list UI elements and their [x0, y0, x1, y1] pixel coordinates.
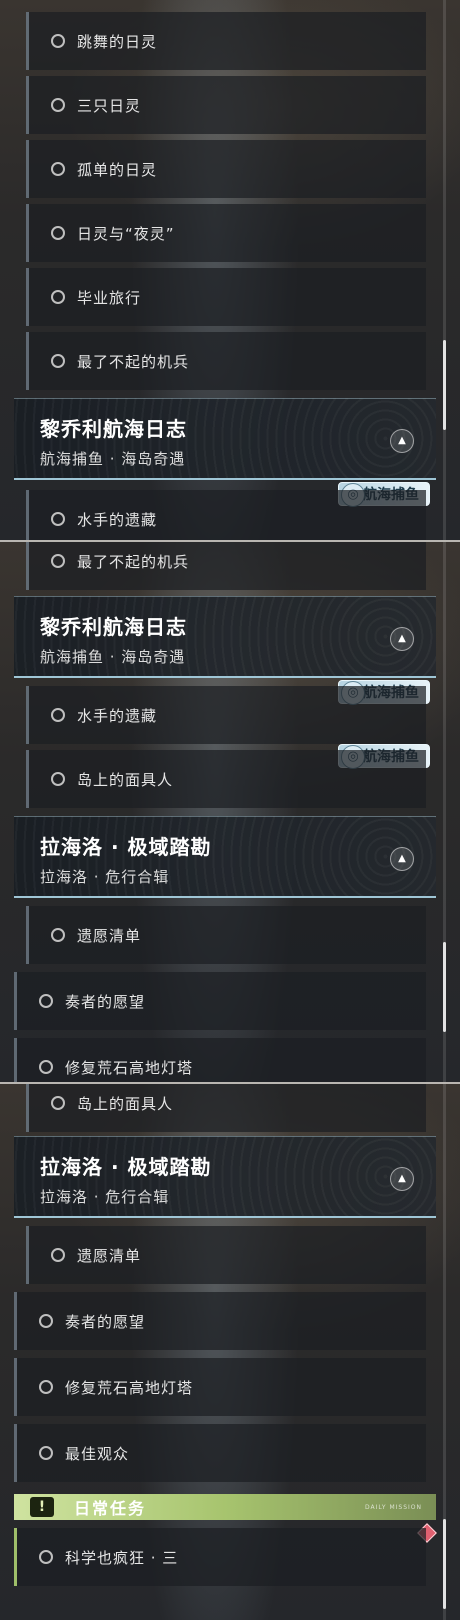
- quest-status-circle-icon: [39, 1380, 53, 1394]
- quest-group-header[interactable]: 黎乔利航海日志 航海捕鱼 · 海岛奇遇 ▲: [14, 596, 436, 678]
- quest-item[interactable]: 遗愿清单: [26, 906, 426, 964]
- quest-group-subtitle: 航海捕鱼 · 海岛奇遇: [40, 450, 186, 468]
- collapse-arrow-icon[interactable]: ▲: [390, 1167, 414, 1191]
- quest-item-label: 最了不起的机兵: [77, 552, 190, 571]
- quest-status-circle-icon: [39, 1060, 53, 1074]
- quest-status-circle-icon: [51, 162, 65, 176]
- daily-mission-label: 日常任务: [74, 1499, 147, 1518]
- quest-item[interactable]: 水手的遗藏: [26, 686, 426, 744]
- quest-list-panel-3: 岛上的面具人 拉海洛 · 极域踏勘 拉海洛 · 危行合辑 ▲ 遗愿清单 奏者的愿…: [0, 1084, 460, 1620]
- quest-group-header[interactable]: 拉海洛 · 极域踏勘 拉海洛 · 危行合辑 ▲: [14, 1136, 436, 1218]
- scrollbar-thumb[interactable]: [443, 340, 446, 430]
- quest-item[interactable]: 毕业旅行: [26, 268, 426, 326]
- quest-item-label: 水手的遗藏: [77, 706, 158, 725]
- quest-item[interactable]: 最了不起的机兵: [26, 332, 426, 390]
- quest-item[interactable]: 三只日灵: [26, 76, 426, 134]
- quest-item[interactable]: 奏者的愿望: [14, 1292, 426, 1350]
- quest-group-subtitle: 拉海洛 · 危行合辑: [40, 1188, 170, 1206]
- exclamation-icon: !: [30, 1497, 54, 1517]
- collapse-arrow-icon[interactable]: ▲: [390, 847, 414, 871]
- quest-item-label: 科学也疯狂 · 三: [65, 1548, 179, 1567]
- quest-status-circle-icon: [51, 772, 65, 786]
- quest-status-circle-icon: [39, 1550, 53, 1564]
- quest-status-circle-icon: [51, 708, 65, 722]
- quest-status-circle-icon: [39, 1314, 53, 1328]
- quest-item-label: 遗愿清单: [77, 926, 142, 945]
- quest-status-circle-icon: [51, 290, 65, 304]
- daily-mission-code: DAILY MISSION: [364, 1503, 422, 1511]
- quest-status-circle-icon: [51, 98, 65, 112]
- quest-item[interactable]: 岛上的面具人: [26, 750, 426, 808]
- quest-item[interactable]: 跳舞的日灵: [26, 12, 426, 70]
- quest-status-circle-icon: [51, 354, 65, 368]
- scroll-track: [443, 0, 446, 540]
- quest-item[interactable]: 水手的遗藏: [26, 490, 426, 540]
- quest-group-title: 拉海洛 · 极域踏勘: [40, 835, 212, 859]
- scrollbar-thumb[interactable]: [443, 942, 446, 1032]
- quest-group-title: 拉海洛 · 极域踏勘: [40, 1155, 212, 1179]
- quest-list-panel-2: 最了不起的机兵 黎乔利航海日志 航海捕鱼 · 海岛奇遇 ▲ ◎ 航海捕鱼 水手的…: [0, 542, 460, 1082]
- quest-group-subtitle: 航海捕鱼 · 海岛奇遇: [40, 648, 186, 666]
- quest-item[interactable]: 奏者的愿望: [14, 972, 426, 1030]
- quest-group-subtitle: 拉海洛 · 危行合辑: [40, 868, 170, 886]
- quest-item-label: 日灵与“夜灵”: [77, 224, 175, 243]
- quest-status-circle-icon: [51, 928, 65, 942]
- quest-item-label: 修复荒石高地灯塔: [65, 1058, 194, 1077]
- quest-status-circle-icon: [39, 994, 53, 1008]
- quest-status-circle-icon: [51, 512, 65, 526]
- quest-item[interactable]: 科学也疯狂 · 三: [14, 1528, 426, 1586]
- quest-item-label: 奏者的愿望: [65, 1312, 146, 1331]
- quest-item-label: 奏者的愿望: [65, 992, 146, 1011]
- quest-item-label: 遗愿清单: [77, 1246, 142, 1265]
- scrollbar-thumb[interactable]: [443, 1519, 446, 1609]
- quest-list-panel-1: 跳舞的日灵 三只日灵 孤单的日灵 日灵与“夜灵” 毕业旅行 最了不起的机兵 黎乔…: [0, 0, 460, 540]
- quest-item[interactable]: 最佳观众: [14, 1424, 426, 1482]
- quest-item[interactable]: 遗愿清单: [26, 1226, 426, 1284]
- quest-status-circle-icon: [51, 34, 65, 48]
- quest-status-circle-icon: [51, 1096, 65, 1110]
- quest-item[interactable]: 修复荒石高地灯塔: [14, 1358, 426, 1416]
- quest-status-circle-icon: [51, 1248, 65, 1262]
- quest-item-label: 最佳观众: [65, 1444, 130, 1463]
- quest-status-circle-icon: [39, 1446, 53, 1460]
- quest-item-label: 岛上的面具人: [77, 1094, 174, 1113]
- collapse-arrow-icon[interactable]: ▲: [390, 627, 414, 651]
- quest-item-label: 最了不起的机兵: [77, 352, 190, 371]
- quest-item[interactable]: 岛上的面具人: [26, 1084, 426, 1132]
- quest-item-label: 三只日灵: [77, 96, 142, 115]
- quest-group-title: 黎乔利航海日志: [40, 615, 187, 639]
- daily-mission-header[interactable]: ! 日常任务 DAILY MISSION: [14, 1494, 436, 1520]
- quest-group-header[interactable]: 拉海洛 · 极域踏勘 拉海洛 · 危行合辑 ▲: [14, 816, 436, 898]
- quest-item[interactable]: 修复荒石高地灯塔: [14, 1038, 426, 1082]
- quest-item[interactable]: 最了不起的机兵: [26, 542, 426, 590]
- quest-group-title: 黎乔利航海日志: [40, 417, 187, 441]
- quest-item-label: 岛上的面具人: [77, 770, 174, 789]
- quest-item-label: 毕业旅行: [77, 288, 142, 307]
- quest-item-label: 修复荒石高地灯塔: [65, 1378, 194, 1397]
- quest-item[interactable]: 孤单的日灵: [26, 140, 426, 198]
- quest-item-label: 孤单的日灵: [77, 160, 158, 179]
- quest-item-label: 水手的遗藏: [77, 510, 158, 529]
- quest-item[interactable]: 日灵与“夜灵”: [26, 204, 426, 262]
- quest-group-header[interactable]: 黎乔利航海日志 航海捕鱼 · 海岛奇遇 ▲: [14, 398, 436, 480]
- quest-item-label: 跳舞的日灵: [77, 32, 158, 51]
- collapse-arrow-icon[interactable]: ▲: [390, 429, 414, 453]
- quest-status-circle-icon: [51, 554, 65, 568]
- quest-status-circle-icon: [51, 226, 65, 240]
